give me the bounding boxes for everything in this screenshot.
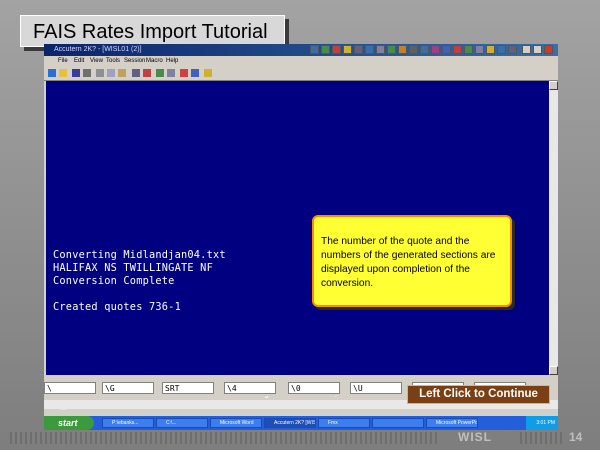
app-icon[interactable] bbox=[442, 45, 451, 54]
app-icon[interactable] bbox=[343, 45, 352, 54]
slide-title: FAIS Rates Import Tutorial bbox=[20, 15, 285, 47]
app-icon[interactable] bbox=[508, 45, 517, 54]
scroll-down-icon[interactable] bbox=[549, 366, 558, 375]
taskbar-item[interactable]: P:\ebanks... bbox=[102, 418, 154, 428]
menu-file[interactable]: File bbox=[58, 56, 68, 67]
taskbar-item[interactable]: Accutern 2K? [WIS bbox=[264, 418, 316, 428]
start-button[interactable]: start bbox=[44, 416, 94, 430]
footer-decoration bbox=[520, 432, 562, 444]
paste-icon[interactable] bbox=[118, 69, 126, 77]
app-icon[interactable] bbox=[310, 45, 319, 54]
fkey-field[interactable]: \4 bbox=[224, 382, 276, 394]
menu-view[interactable]: View bbox=[90, 56, 103, 67]
app-icon[interactable] bbox=[332, 45, 341, 54]
app-icon[interactable] bbox=[420, 45, 429, 54]
taskbar-item[interactable]: Fmx bbox=[318, 418, 370, 428]
toolbar bbox=[44, 67, 558, 81]
menu-macro[interactable]: Macro bbox=[146, 56, 163, 67]
app-icon[interactable] bbox=[464, 45, 473, 54]
menu-bar: File Edit View Tools Session Macro Help bbox=[44, 56, 558, 67]
menu-edit[interactable]: Edit bbox=[74, 56, 84, 67]
page-number: 14 bbox=[569, 430, 583, 444]
app-icon[interactable] bbox=[409, 45, 418, 54]
macro-icon[interactable] bbox=[156, 69, 164, 77]
connect-icon[interactable] bbox=[132, 69, 140, 77]
disconnect-icon[interactable] bbox=[143, 69, 151, 77]
taskbar-item[interactable]: Microsoft Word bbox=[210, 418, 262, 428]
fkey-field[interactable]: \0 bbox=[288, 382, 340, 394]
footer-decoration bbox=[10, 432, 440, 444]
app-icon[interactable] bbox=[453, 45, 462, 54]
copy-icon[interactable] bbox=[107, 69, 115, 77]
system-tray-clock[interactable]: 3:01 PM bbox=[526, 416, 558, 430]
app-icon[interactable] bbox=[475, 45, 484, 54]
continue-button[interactable]: Left Click to Continue bbox=[407, 385, 550, 404]
window-title: Accutern 2K? - [WISL01 (2)] bbox=[54, 46, 142, 53]
menu-help[interactable]: Help bbox=[166, 56, 178, 67]
app-icon[interactable] bbox=[354, 45, 363, 54]
footer-brand: WISL bbox=[458, 430, 492, 444]
taskbar-item[interactable]: C:\... bbox=[156, 418, 208, 428]
record-icon[interactable] bbox=[180, 69, 188, 77]
print-icon[interactable] bbox=[83, 69, 91, 77]
terminal-line: Conversion Complete bbox=[53, 275, 175, 287]
app-icon[interactable] bbox=[365, 45, 374, 54]
app-icon[interactable] bbox=[376, 45, 385, 54]
close-icon[interactable] bbox=[544, 45, 553, 54]
fkey-field[interactable]: \U bbox=[350, 382, 402, 394]
scroll-up-icon[interactable] bbox=[549, 81, 558, 90]
callout-text: The number of the quote and the numbers … bbox=[321, 236, 496, 289]
menu-tools[interactable]: Tools bbox=[106, 56, 120, 67]
fkey-field[interactable]: \ bbox=[44, 382, 96, 394]
help-icon[interactable] bbox=[191, 69, 199, 77]
app-icon[interactable] bbox=[387, 45, 396, 54]
app-icon[interactable] bbox=[497, 45, 506, 54]
app-icon[interactable] bbox=[486, 45, 495, 54]
open-icon[interactable] bbox=[59, 69, 67, 77]
taskbar-item[interactable]: Microsoft PowerPoint bbox=[426, 418, 478, 428]
save-icon[interactable] bbox=[72, 69, 80, 77]
fkey-field[interactable]: \G bbox=[102, 382, 154, 394]
callout-box: The number of the quote and the numbers … bbox=[312, 215, 512, 307]
taskbar-item[interactable] bbox=[372, 418, 424, 428]
minimize-icon[interactable] bbox=[522, 45, 531, 54]
app-icon[interactable] bbox=[431, 45, 440, 54]
system-icon-strip bbox=[310, 44, 560, 56]
vertical-scrollbar[interactable] bbox=[549, 81, 558, 375]
terminal-line: Created quotes 736-1 bbox=[53, 301, 181, 313]
new-session-icon[interactable] bbox=[48, 69, 56, 77]
slide: FAIS Rates Import Tutorial Accutern 2K? … bbox=[0, 0, 600, 450]
menu-session[interactable]: Session bbox=[124, 56, 145, 67]
app-icon[interactable] bbox=[398, 45, 407, 54]
cut-icon[interactable] bbox=[96, 69, 104, 77]
terminal-line: Converting Midlandjan04.txt bbox=[53, 249, 226, 261]
app-icon[interactable] bbox=[321, 45, 330, 54]
settings-icon[interactable] bbox=[167, 69, 175, 77]
fkey-field[interactable]: SRT bbox=[162, 382, 214, 394]
taskbar: start P:\ebanks... C:\... Microsoft Word… bbox=[44, 416, 558, 430]
maximize-icon[interactable] bbox=[533, 45, 542, 54]
tip-icon[interactable] bbox=[204, 69, 212, 77]
terminal-line: HALIFAX NS TWILLINGATE NF bbox=[53, 262, 213, 274]
